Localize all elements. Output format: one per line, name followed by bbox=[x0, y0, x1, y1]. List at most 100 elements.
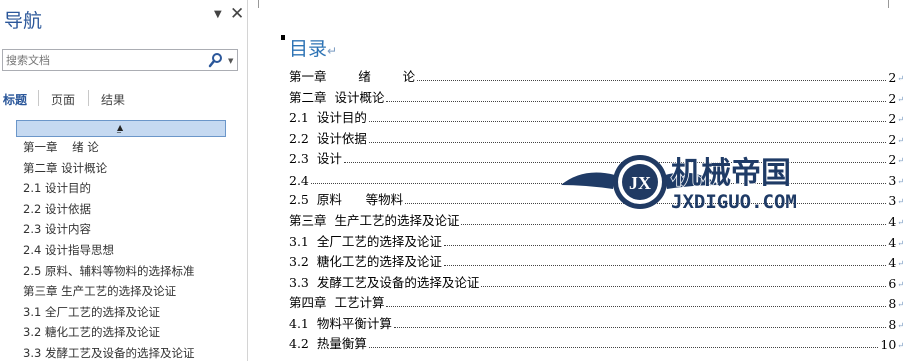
toc-entry-text: 2.3 设计 bbox=[289, 151, 342, 166]
tab-pages[interactable]: 页面 bbox=[51, 91, 75, 108]
toc-entry[interactable]: 第二章 设计概论 2 ↵ bbox=[289, 86, 904, 106]
toc-entry-text: 第四章 工艺计算 bbox=[289, 295, 385, 310]
nav-heading-item[interactable]: 3.3 发酵工艺及设备的选择及论证 bbox=[23, 343, 247, 361]
toc-leader-dots bbox=[368, 142, 887, 143]
toc-page-number: 2 bbox=[888, 70, 897, 85]
toc-entry-text: 第二章 设计概论 bbox=[289, 90, 385, 105]
toc-leader-dots bbox=[386, 101, 887, 102]
toc-entry-text: 第一章 绪 论 bbox=[289, 69, 416, 84]
paragraph-mark-icon: ↵ bbox=[897, 280, 904, 289]
collapse-all-button[interactable]: ▲ ‾ bbox=[16, 120, 226, 140]
paragraph-mark-icon: ↵ bbox=[897, 136, 904, 145]
toc-page-number: 2 bbox=[888, 152, 897, 167]
nav-heading-item[interactable]: 3.2 糖化工艺的选择及论证 bbox=[23, 322, 247, 343]
paragraph-mark-icon: ↵ bbox=[897, 156, 904, 165]
toc-page-number: 3 bbox=[888, 193, 897, 208]
nav-heading-item[interactable]: 2.1 设计目的 bbox=[23, 178, 247, 199]
nav-pane-title: 导航 bbox=[4, 10, 43, 32]
toc-page-number: 2 bbox=[888, 132, 897, 147]
paragraph-mark-icon: ↵ bbox=[897, 239, 904, 248]
nav-heading-item[interactable]: 2.2 设计依据 bbox=[23, 199, 247, 220]
paragraph-mark-icon: ↵ bbox=[897, 321, 904, 330]
search-dropdown-icon[interactable]: ▼ bbox=[228, 57, 233, 65]
paragraph-mark-icon: ↵ bbox=[897, 197, 904, 206]
paragraph-mark-icon: ↵ bbox=[897, 115, 904, 124]
search-box[interactable]: ▼ bbox=[2, 49, 238, 71]
tab-results[interactable]: 结果 bbox=[101, 91, 125, 108]
heading-list: 第一章 绪 论第二章 设计概论 2.1 设计目的 2.2 设计依据 2.3 设计内容 2… bbox=[23, 137, 247, 361]
site-logo-watermark: JX 机械帝国 JXDIGUO.COM bbox=[561, 155, 797, 213]
toc-entry-text: 2.4 bbox=[289, 173, 309, 188]
paragraph-mark-icon: ↵ bbox=[897, 177, 904, 186]
nav-heading-item[interactable]: 2.5 原料、辅料等物料的选择标准 bbox=[23, 261, 247, 282]
toc-entry[interactable]: 2.1 设计目的 2 ↵ bbox=[289, 106, 904, 126]
toc-entry-text: 3.1 全厂工艺的选择及论证 bbox=[289, 234, 442, 249]
toc-leader-dots bbox=[368, 121, 887, 122]
toc-page-number: 2 bbox=[888, 111, 897, 126]
paragraph-mark-icon: ↵ bbox=[897, 74, 904, 83]
toc-page-number: 2 bbox=[888, 91, 897, 106]
toc-leader-dots bbox=[368, 347, 879, 348]
close-icon[interactable]: ✕ bbox=[230, 4, 244, 24]
toc-page-number: 4 bbox=[888, 235, 897, 250]
toc-leader-dots bbox=[417, 80, 887, 81]
toc-entry[interactable]: 4.2 热量衡算 10 ↵ bbox=[289, 332, 904, 352]
paragraph-marker bbox=[281, 35, 285, 40]
tab-headings[interactable]: 标题 bbox=[3, 91, 27, 108]
toc-title: 目录↵ bbox=[289, 34, 337, 61]
toc-leader-dots bbox=[386, 306, 887, 307]
paragraph-mark-icon: ↵ bbox=[897, 95, 904, 104]
search-icon[interactable] bbox=[207, 52, 225, 68]
toc-entry[interactable]: 3.3 发酵工艺及设备的选择及论证 6 ↵ bbox=[289, 271, 904, 291]
toc-entry-text: 3.3 发酵工艺及设备的选择及论证 bbox=[289, 275, 480, 290]
toc-entry-text: 第三章 生产工艺的选择及论证 bbox=[289, 213, 460, 228]
toc-entry-text: 3.2 糖化工艺的选择及论证 bbox=[289, 254, 442, 269]
toc-entry-text: 2.1 设计目的 bbox=[289, 110, 367, 125]
toc-leader-dots bbox=[443, 265, 887, 266]
toc-entry-text: 4.2 热量衡算 bbox=[289, 336, 367, 351]
navigation-pane: 导航 ▼ ✕ ▼ 标题 页面 结果 ▲‾ 第一章 绪 论第二章 设计概论2.1 … bbox=[0, 0, 248, 361]
toc-entry-text: 2.2 设计依据 bbox=[289, 131, 367, 146]
toc-leader-dots bbox=[443, 245, 887, 246]
toc-entry-text: 2.5 原料 等物料 bbox=[289, 192, 404, 207]
toc-page-number: 6 bbox=[888, 276, 897, 291]
toc-entry[interactable]: 3.1 全厂工艺的选择及论证 4 ↵ bbox=[289, 230, 904, 250]
toc-entry-text: 4.1 物料平衡计算 bbox=[289, 316, 392, 331]
nav-heading-item[interactable]: 第二章 设计概论 bbox=[23, 158, 247, 179]
document-page: 目录↵ 第一章 绪 论 2 ↵ 第二章 设计概论 2 ↵ 2.1 设计目的 2 ↵ 2.2 设计依… bbox=[248, 0, 908, 361]
toc-leader-dots bbox=[393, 327, 887, 328]
paragraph-mark-icon: ↵ bbox=[897, 300, 904, 309]
toc-page-number: 8 bbox=[888, 296, 897, 311]
toc-page-number: 8 bbox=[888, 317, 897, 332]
svg-text:JX: JX bbox=[629, 173, 651, 193]
toc-entry[interactable]: 第一章 绪 论 2 ↵ bbox=[289, 65, 904, 85]
toc-page-number: 3 bbox=[888, 173, 897, 188]
paragraph-mark-icon: ↵ bbox=[897, 259, 904, 268]
nav-heading-item[interactable]: 3.1 全厂工艺的选择及论证 bbox=[23, 302, 247, 323]
tab-divider bbox=[38, 90, 39, 106]
nav-heading-item[interactable]: 第一章 绪 论 bbox=[23, 137, 247, 158]
toc-page-number: 4 bbox=[888, 255, 897, 270]
toc-entry[interactable]: 3.2 糖化工艺的选择及论证 4 ↵ bbox=[289, 250, 904, 270]
toc-leader-dots bbox=[461, 224, 887, 225]
toc-entry[interactable]: 第四章 工艺计算 8 ↵ bbox=[289, 291, 904, 311]
page-corner-mark bbox=[888, 0, 889, 8]
toc-entry[interactable]: 2.2 设计依据 2 ↵ bbox=[289, 127, 904, 147]
paragraph-mark-icon: ↵ bbox=[327, 44, 338, 58]
toc-entry[interactable]: 4.1 物料平衡计算 8 ↵ bbox=[289, 312, 904, 332]
toc-leader-dots bbox=[481, 286, 887, 287]
paragraph-mark-icon: ↵ bbox=[897, 218, 904, 227]
svg-text:JXDIGUO.COM: JXDIGUO.COM bbox=[671, 191, 797, 213]
search-input[interactable] bbox=[4, 51, 204, 69]
nav-heading-item[interactable]: 2.4 设计指导思想 bbox=[23, 240, 247, 261]
nav-heading-item[interactable]: 2.3 设计内容 bbox=[23, 219, 247, 240]
page-corner-mark bbox=[258, 0, 259, 8]
toc-page-number: 10 bbox=[880, 337, 897, 352]
pane-options-icon[interactable]: ▼ bbox=[214, 9, 222, 20]
svg-text:机械帝国: 机械帝国 bbox=[671, 156, 791, 191]
toc-page-number: 4 bbox=[888, 214, 897, 229]
toc-title-text: 目录 bbox=[289, 38, 328, 60]
tab-divider bbox=[88, 90, 89, 106]
paragraph-mark-icon: ↵ bbox=[897, 341, 904, 350]
nav-heading-item[interactable]: 第三章 生产工艺的选择及论证 bbox=[23, 281, 247, 302]
